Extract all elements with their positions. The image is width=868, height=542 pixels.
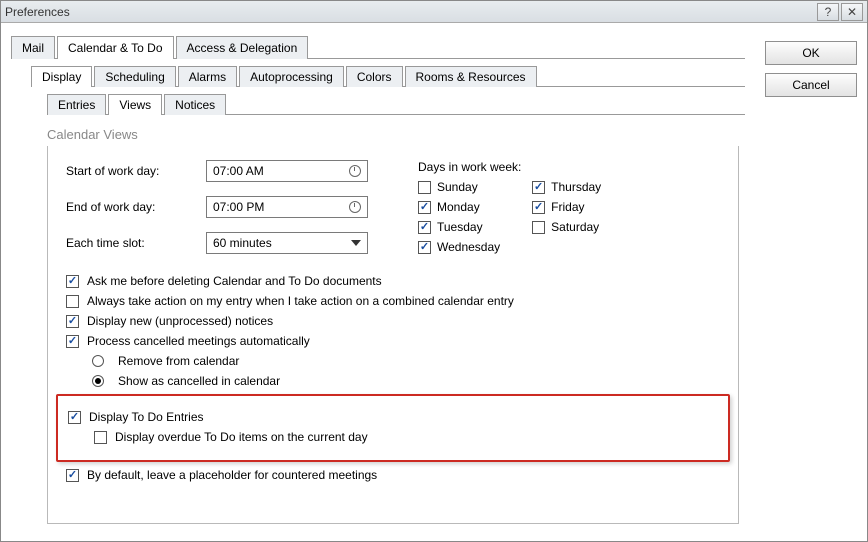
help-button[interactable]: ? bbox=[817, 3, 839, 21]
opt-display-overdue[interactable]: Display overdue To Do items on the curre… bbox=[94, 430, 718, 444]
checkbox-icon bbox=[418, 221, 431, 234]
checkbox-icon bbox=[66, 315, 79, 328]
opt-placeholder[interactable]: By default, leave a placeholder for coun… bbox=[66, 468, 720, 482]
clock-icon bbox=[349, 201, 361, 213]
tab-mail[interactable]: Mail bbox=[11, 36, 55, 59]
day-wednesday[interactable]: Wednesday bbox=[418, 240, 500, 254]
radio-icon bbox=[92, 355, 104, 367]
subtab-alarms[interactable]: Alarms bbox=[178, 66, 237, 87]
subtab-colors[interactable]: Colors bbox=[346, 66, 403, 87]
opt-display-todo[interactable]: Display To Do Entries bbox=[68, 410, 718, 424]
group-title: Calendar Views bbox=[47, 125, 745, 142]
calendar-views-group: Start of work day: 07:00 AM End of work … bbox=[47, 146, 739, 524]
day-sunday[interactable]: Sunday bbox=[418, 180, 500, 194]
subtab-rooms-resources[interactable]: Rooms & Resources bbox=[405, 66, 537, 87]
sstab-entries[interactable]: Entries bbox=[47, 94, 106, 115]
subtab-autoprocessing[interactable]: Autoprocessing bbox=[239, 66, 344, 87]
day-monday[interactable]: Monday bbox=[418, 200, 500, 214]
day-friday[interactable]: Friday bbox=[532, 200, 601, 214]
start-time-value: 07:00 AM bbox=[213, 164, 264, 178]
opt-ask-delete[interactable]: Ask me before deleting Calendar and To D… bbox=[66, 274, 720, 288]
start-label: Start of work day: bbox=[66, 164, 206, 178]
subtab-scheduling[interactable]: Scheduling bbox=[94, 66, 175, 87]
radio-remove[interactable]: Remove from calendar bbox=[92, 354, 720, 368]
sub-tabs: Display Scheduling Alarms Autoprocessing… bbox=[31, 65, 745, 87]
close-button[interactable]: ✕ bbox=[841, 3, 863, 21]
days-header: Days in work week: bbox=[418, 160, 601, 174]
checkbox-icon bbox=[66, 335, 79, 348]
checkbox-icon bbox=[418, 201, 431, 214]
checkbox-icon bbox=[532, 221, 545, 234]
checkbox-icon bbox=[66, 295, 79, 308]
window-title: Preferences bbox=[5, 5, 815, 19]
subsub-tabs: Entries Views Notices bbox=[47, 93, 745, 115]
checkbox-icon bbox=[418, 241, 431, 254]
opt-process-cancelled[interactable]: Process cancelled meetings automatically bbox=[66, 334, 720, 348]
sstab-notices[interactable]: Notices bbox=[164, 94, 226, 115]
ok-button[interactable]: OK bbox=[765, 41, 857, 65]
checkbox-icon bbox=[532, 181, 545, 194]
time-slot-select[interactable]: 60 minutes bbox=[206, 232, 368, 254]
title-bar: Preferences ? ✕ bbox=[1, 1, 867, 23]
checkbox-icon bbox=[94, 431, 107, 444]
checkbox-icon bbox=[66, 275, 79, 288]
checkbox-icon bbox=[418, 181, 431, 194]
caret-down-icon bbox=[351, 240, 361, 246]
checkbox-icon bbox=[532, 201, 545, 214]
sstab-views[interactable]: Views bbox=[108, 94, 162, 115]
day-thursday[interactable]: Thursday bbox=[532, 180, 601, 194]
radio-show-cancelled[interactable]: Show as cancelled in calendar bbox=[92, 374, 720, 388]
subtab-display[interactable]: Display bbox=[31, 66, 92, 87]
tab-access-delegation[interactable]: Access & Delegation bbox=[176, 36, 309, 59]
end-time-value: 07:00 PM bbox=[213, 200, 264, 214]
slot-label: Each time slot: bbox=[66, 236, 206, 250]
checkbox-icon bbox=[68, 411, 81, 424]
end-time-input[interactable]: 07:00 PM bbox=[206, 196, 368, 218]
start-time-input[interactable]: 07:00 AM bbox=[206, 160, 368, 182]
clock-icon bbox=[349, 165, 361, 177]
tab-calendar-todo[interactable]: Calendar & To Do bbox=[57, 36, 174, 59]
end-label: End of work day: bbox=[66, 200, 206, 214]
highlight-box: Display To Do Entries Display overdue To… bbox=[56, 394, 730, 462]
cancel-button[interactable]: Cancel bbox=[765, 73, 857, 97]
main-tabs: Mail Calendar & To Do Access & Delegatio… bbox=[11, 35, 745, 59]
checkbox-icon bbox=[66, 469, 79, 482]
opt-display-new[interactable]: Display new (unprocessed) notices bbox=[66, 314, 720, 328]
slot-value: 60 minutes bbox=[213, 236, 272, 250]
radio-icon bbox=[92, 375, 104, 387]
day-tuesday[interactable]: Tuesday bbox=[418, 220, 500, 234]
day-saturday[interactable]: Saturday bbox=[532, 220, 601, 234]
opt-always-action[interactable]: Always take action on my entry when I ta… bbox=[66, 294, 720, 308]
